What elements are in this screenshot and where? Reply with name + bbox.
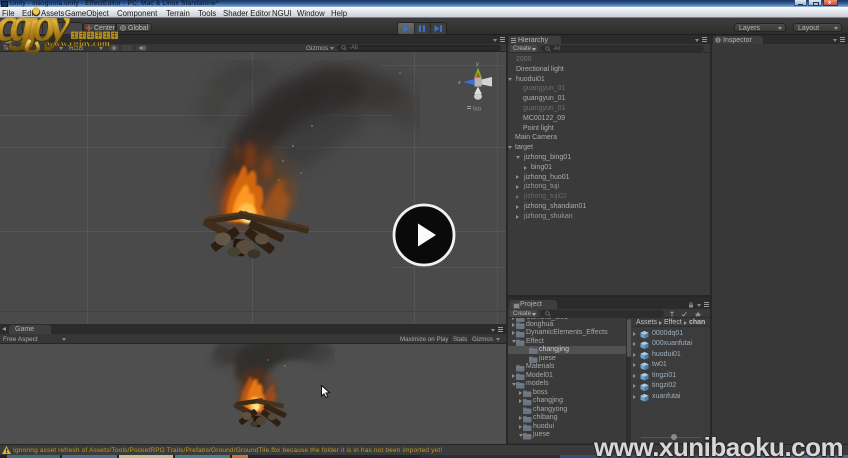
svg-text:www.cgjoy.com: www.cgjoy.com [47, 40, 110, 50]
svg-text:y: y [476, 61, 479, 67]
svg-text:Iso: Iso [473, 106, 482, 112]
svg-text:z: z [458, 80, 461, 86]
